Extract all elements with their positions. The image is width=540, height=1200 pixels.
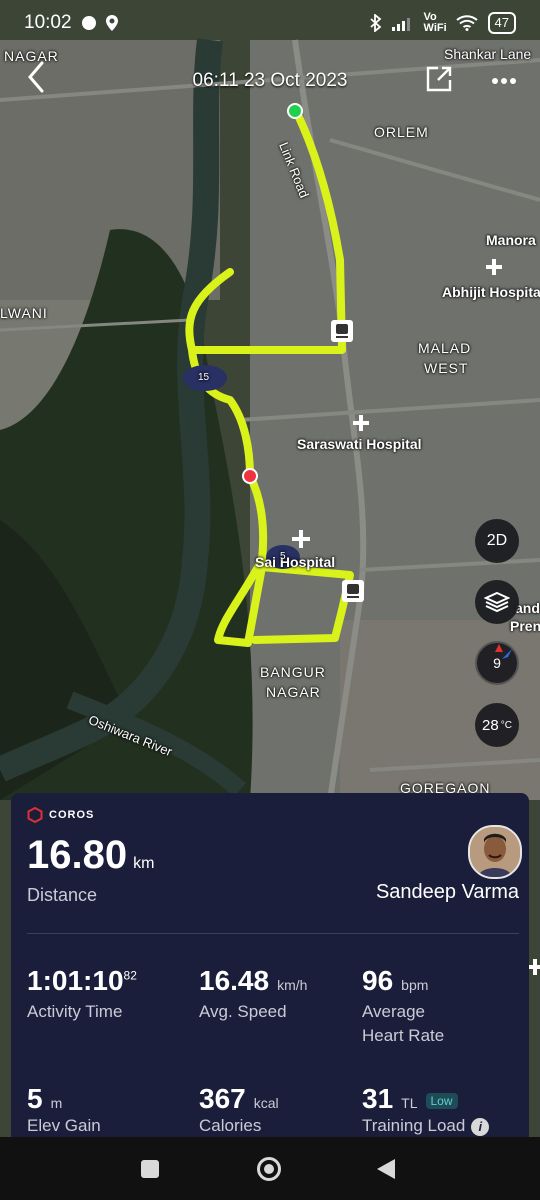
avg-speed-value: 16.48 km/h bbox=[199, 965, 308, 996]
temperature-unit: °C bbox=[500, 719, 512, 731]
home-button[interactable] bbox=[256, 1156, 282, 1187]
activity-time-centiseconds: 82 bbox=[123, 968, 137, 983]
elev-gain-label: Elev Gain bbox=[27, 1116, 101, 1135]
heart-rate-label: Average Heart Rate bbox=[362, 1002, 445, 1045]
map-label-sai-hospital: Sai Hospital bbox=[255, 554, 336, 570]
distance-unit: km bbox=[133, 855, 155, 872]
status-indicator-icon bbox=[81, 16, 96, 30]
km-marker-15-label: 15 bbox=[198, 372, 210, 383]
compass-needle-icon bbox=[502, 649, 512, 659]
calories-label: Calories bbox=[199, 1116, 262, 1135]
position-marker bbox=[242, 468, 258, 484]
cellular-signal-icon bbox=[391, 18, 410, 31]
elev-gain-value: 5m bbox=[27, 1083, 63, 1114]
recents-button[interactable] bbox=[140, 1159, 160, 1184]
training-load-value: 31 TL Low bbox=[362, 1083, 458, 1115]
map-label-bangur: BANGUR bbox=[260, 664, 326, 680]
activity-date: 06:11 23 Oct 2023 bbox=[192, 70, 348, 91]
wifi-icon bbox=[455, 15, 478, 31]
activity-time-label: Activity Time bbox=[27, 1002, 123, 1021]
compass-north-icon bbox=[495, 644, 503, 652]
temperature-value: 28 bbox=[482, 716, 499, 734]
training-load-unit: TL bbox=[401, 1095, 418, 1111]
heart-rate-unit: bpm bbox=[401, 977, 429, 993]
heart-rate-value: 96 bpm bbox=[362, 965, 429, 996]
map-label-orlem: ORLEM bbox=[374, 124, 429, 140]
status-bar: 10:02 Vo WiFi 47 bbox=[0, 0, 540, 46]
top-bar: 06:11 23 Oct 2023 bbox=[0, 50, 540, 110]
map-label-abhijit-hospital: Abhijit Hospita bbox=[442, 284, 540, 300]
location-icon bbox=[105, 15, 118, 31]
avg-speed-unit: km/h bbox=[277, 977, 308, 993]
status-time: 10:02 bbox=[24, 12, 72, 33]
elev-gain-unit: m bbox=[50, 1095, 63, 1111]
compass-button[interactable]: 9 bbox=[475, 641, 519, 685]
share-icon bbox=[426, 66, 452, 92]
coros-brand: COROS bbox=[27, 807, 94, 823]
bluetooth-icon bbox=[369, 14, 381, 32]
vowifi-label: Vo WiFi bbox=[423, 11, 447, 34]
card-divider bbox=[27, 933, 519, 934]
back-nav-button[interactable] bbox=[376, 1158, 396, 1185]
view-mode-label: 2D bbox=[486, 532, 508, 549]
weather-button[interactable]: 28 °C bbox=[475, 703, 519, 747]
activity-time-value: 1:01:1082 bbox=[27, 965, 137, 996]
system-navigation-bar bbox=[0, 1137, 540, 1200]
coros-logo-icon bbox=[27, 807, 43, 823]
home-circle-icon bbox=[257, 1157, 281, 1181]
map-label-manora: Manora bbox=[486, 232, 536, 248]
activity-summary-card[interactable]: COROS 16.80 km Distance Sandeep Varma 1:0… bbox=[11, 793, 529, 1143]
distance-value: 16.80 km bbox=[27, 833, 155, 877]
compass-value: 9 bbox=[493, 655, 501, 671]
map-label-west: WEST bbox=[424, 360, 469, 376]
calories-unit: kcal bbox=[253, 1095, 279, 1111]
more-options-button[interactable] bbox=[486, 64, 522, 98]
km-marker-5-label: 5 bbox=[280, 551, 286, 562]
info-icon[interactable]: i bbox=[471, 1118, 490, 1136]
square-icon bbox=[141, 1160, 159, 1178]
map-label-malad: MALAD bbox=[418, 340, 472, 356]
map-label-bangur-nagar: NAGAR bbox=[266, 684, 321, 700]
more-horizontal-icon bbox=[492, 78, 516, 84]
map-label-malwani: LWANI bbox=[0, 305, 48, 321]
brand-text: COROS bbox=[49, 809, 95, 821]
metro-station-icon bbox=[331, 320, 353, 342]
distance-label: Distance bbox=[27, 885, 98, 905]
user-photo bbox=[470, 827, 520, 877]
user-avatar[interactable] bbox=[468, 825, 522, 879]
map-layers-button[interactable] bbox=[475, 580, 519, 624]
user-name: Sandeep Varma bbox=[375, 881, 519, 903]
battery-indicator: 47 bbox=[487, 12, 516, 34]
triangle-back-icon bbox=[377, 1159, 395, 1179]
avg-speed-label: Avg. Speed bbox=[199, 1002, 287, 1021]
metro-station-icon bbox=[342, 580, 364, 602]
view-mode-button[interactable]: 2D bbox=[475, 519, 519, 563]
share-button[interactable] bbox=[424, 64, 458, 98]
map-label-saraswati-hospital: Saraswati Hospital bbox=[297, 436, 422, 452]
map-label-prem-2: Pren bbox=[510, 618, 540, 634]
training-load-label: Training Load i bbox=[362, 1114, 490, 1138]
layers-icon bbox=[484, 591, 510, 613]
calories-value: 367 kcal bbox=[199, 1083, 279, 1114]
training-load-badge: Low bbox=[425, 1092, 458, 1109]
